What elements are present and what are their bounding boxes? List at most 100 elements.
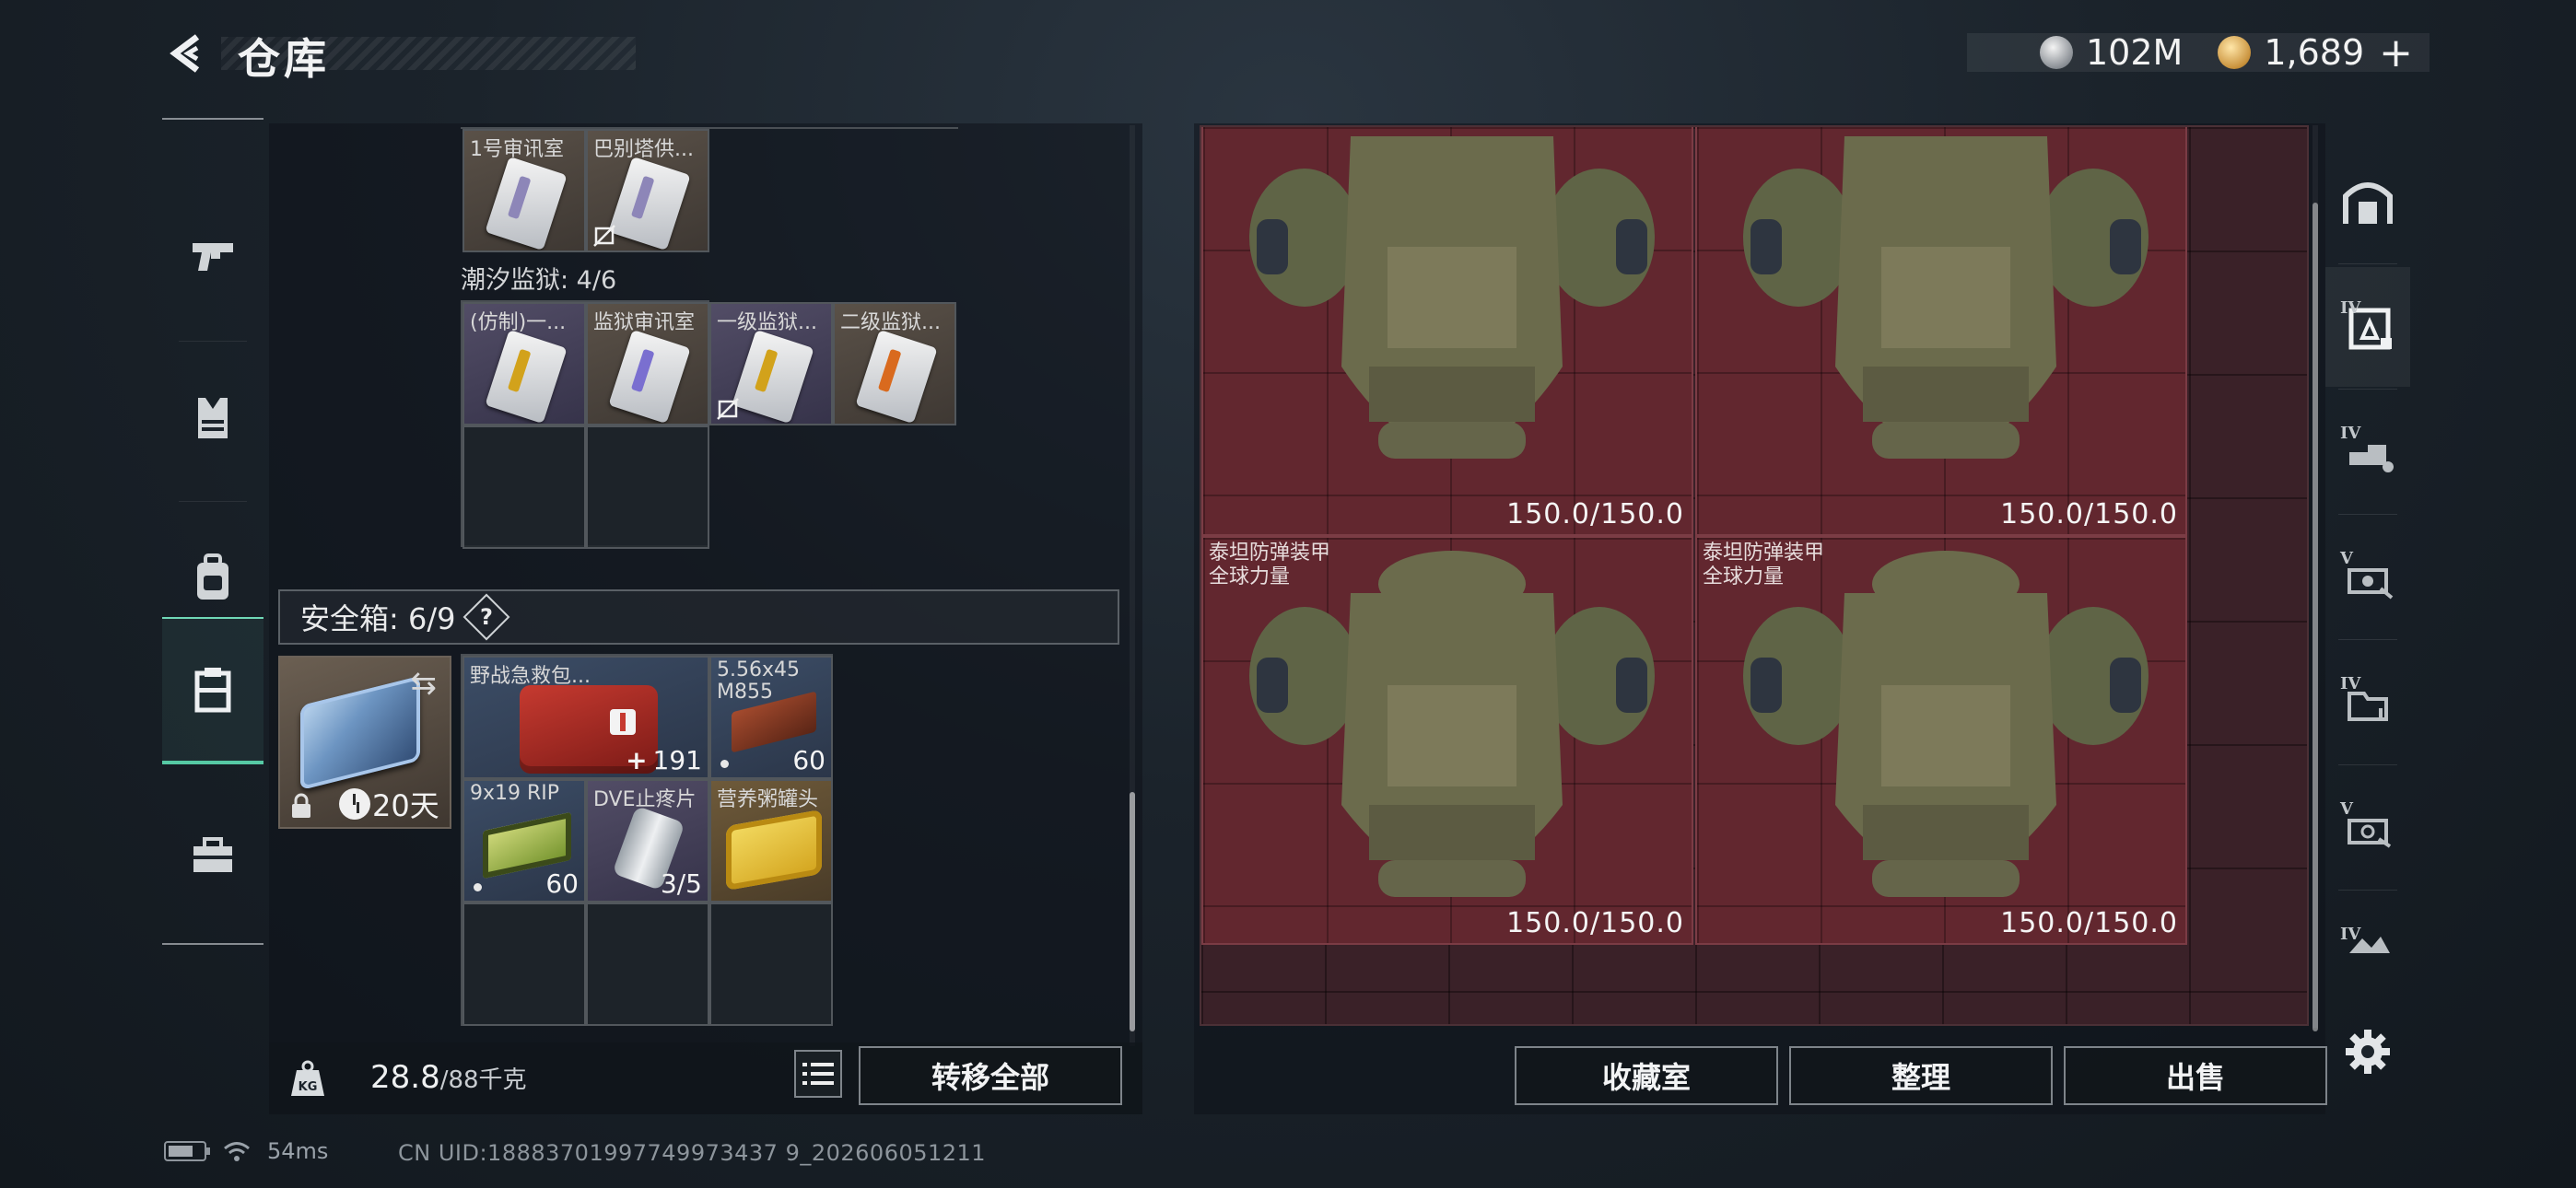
silver-coin-icon — [2040, 36, 2073, 69]
list-view-button[interactable] — [794, 1050, 842, 1098]
armor-item-slot[interactable]: 150.0/150.0 — [1201, 127, 1693, 536]
empty-slot[interactable] — [463, 903, 586, 1026]
sort-button[interactable]: 整理 — [1789, 1046, 2053, 1105]
keycard-label: 二级监狱... — [840, 311, 941, 334]
tab-separator — [2338, 389, 2397, 390]
tab-separator — [2338, 263, 2397, 264]
nav-item-containers[interactable] — [162, 617, 263, 764]
safebox-header: 安全箱: 6/9 ? — [278, 589, 1119, 645]
left-scrollbar-thumb[interactable] — [1130, 792, 1135, 1031]
gold-currency-amount: 1,689 — [2264, 32, 2365, 73]
food-tin-image — [726, 809, 822, 891]
settings-button[interactable] — [2338, 1022, 2397, 1081]
item-count: 3/5 — [660, 868, 702, 899]
nav-item-weapons[interactable] — [162, 182, 263, 330]
safebox-days-left: 20天 — [372, 788, 439, 823]
stash-tab-7[interactable]: IV — [2325, 893, 2410, 995]
nav-item-tools[interactable] — [162, 781, 263, 928]
quality-dot — [720, 760, 729, 768]
empty-slot[interactable] — [709, 903, 833, 1026]
vest-icon — [198, 398, 228, 438]
battery-icon — [164, 1141, 210, 1161]
armor-name: 泰坦防弹装甲 全球力量 — [1209, 542, 1331, 588]
keycard-image — [608, 156, 691, 250]
stash-action-buttons: 收藏室 整理 出售 — [1515, 1046, 2327, 1105]
item-label: 营养粥罐头 — [717, 788, 819, 811]
transfer-all-button[interactable]: 转移全部 — [859, 1046, 1122, 1105]
empty-slot[interactable] — [463, 425, 586, 549]
safebox-container-item[interactable]: ⇆ 20天 — [278, 656, 451, 829]
stash-tab-6[interactable]: V — [2325, 768, 2410, 888]
armor-durability: 150.0/150.0 — [1506, 498, 1684, 530]
status-bar: 54ms — [164, 1138, 328, 1164]
armor-durability: 150.0/150.0 — [2000, 907, 2178, 939]
vault-icon — [2343, 182, 2393, 224]
keycard-image — [485, 156, 568, 250]
stash-tabs: IV IV V IV V IV — [2325, 123, 2410, 1044]
empty-slot[interactable] — [586, 903, 709, 1026]
add-currency-button[interactable]: + — [2379, 29, 2413, 76]
armor-durability: 150.0/150.0 — [1506, 907, 1684, 939]
page-title: 仓库 — [238, 34, 330, 84]
tab-separator — [2338, 514, 2397, 515]
stash-tab-2[interactable]: IV — [2325, 267, 2410, 387]
tab-separator — [2338, 890, 2397, 891]
unusable-icon — [593, 225, 615, 247]
list-icon — [802, 1063, 834, 1085]
nav-separator — [179, 341, 247, 342]
empty-slot[interactable] — [586, 425, 709, 549]
armor-item-slot[interactable]: 泰坦防弹装甲 全球力量 150.0/150.0 — [1695, 536, 2187, 945]
armor-item-slot[interactable]: 泰坦防弹装甲 全球力量 150.0/150.0 — [1201, 536, 1693, 945]
stash-tab-vault[interactable] — [2325, 142, 2410, 262]
stash-tab-5[interactable]: IV — [2325, 643, 2410, 763]
quality-dot — [474, 883, 482, 891]
back-arrow-icon — [170, 34, 200, 73]
stash-tab-3[interactable]: IV — [2325, 392, 2410, 512]
right-scrollbar-thumb[interactable] — [2313, 203, 2318, 1031]
keycard-slot[interactable]: 巴别塔供... — [586, 129, 709, 252]
keycard-image — [855, 329, 938, 424]
sell-button[interactable]: 出售 — [2064, 1046, 2327, 1105]
safebox-item-slot[interactable]: DVE止疼片 3/5 — [586, 779, 709, 903]
safebox-title: 安全箱: 6/9 — [300, 601, 456, 636]
safebox-item-slot[interactable]: 野战急救包... +191 — [463, 656, 709, 779]
keycard-image — [485, 329, 568, 424]
safebox-item-slot[interactable]: 营养粥罐头 — [709, 779, 833, 903]
gold-coin-icon — [2218, 36, 2252, 69]
nav-bottom-line — [162, 943, 263, 945]
item-count: 60 — [545, 868, 579, 899]
stash-grid: 150.0/150.0 150.0/150.0 泰坦防弹装甲 全球力量 150.… — [1200, 125, 2309, 1026]
safebox-image — [300, 675, 420, 791]
nav-item-armor[interactable] — [162, 344, 263, 492]
help-button[interactable]: ? — [463, 593, 510, 641]
safebox-item-slot[interactable]: 5.56x45 M855 60 — [709, 656, 833, 779]
safebox-item-slot[interactable]: 9x19 RIP 60 — [463, 779, 586, 903]
collection-room-button[interactable]: 收藏室 — [1515, 1046, 1778, 1105]
keycard-slot[interactable]: 1号审讯室 — [463, 129, 586, 252]
silver-currency-amount: 102M — [2086, 32, 2184, 73]
keycard-slot[interactable]: 二级监狱... — [833, 302, 956, 425]
item-count: 60 — [792, 745, 825, 775]
item-label: DVE止疼片 — [593, 788, 697, 811]
toolbox-icon — [193, 837, 232, 872]
swap-icon[interactable]: ⇆ — [411, 665, 438, 702]
svg-text:KG: KG — [299, 1080, 318, 1094]
keycard-slot[interactable]: 一级监狱... — [709, 302, 833, 425]
keycard-slot[interactable]: 监狱审讯室 — [586, 302, 709, 425]
gear-icon — [2346, 1030, 2390, 1074]
body-armor-image — [1249, 136, 1655, 459]
user-uid: CN UID:18883701997749973437 9_2026060512… — [398, 1140, 987, 1166]
armor-item-slot[interactable]: 150.0/150.0 — [1695, 127, 2187, 536]
keycard-label: 监狱审讯室 — [593, 311, 696, 334]
item-count: +191 — [626, 745, 702, 775]
case-icon — [194, 668, 231, 713]
backpack-icon — [197, 553, 228, 600]
keycard-image — [732, 329, 814, 424]
currency-bar: 102M 1,689 + — [1967, 29, 2430, 76]
back-button[interactable] — [162, 28, 214, 79]
tab-separator — [2338, 764, 2397, 765]
keycard-label: (仿制)一... — [470, 311, 567, 334]
stash-tab-4[interactable]: V — [2325, 518, 2410, 637]
body-armor-image — [1249, 551, 1655, 897]
keycard-slot[interactable]: (仿制)一... — [463, 302, 586, 425]
